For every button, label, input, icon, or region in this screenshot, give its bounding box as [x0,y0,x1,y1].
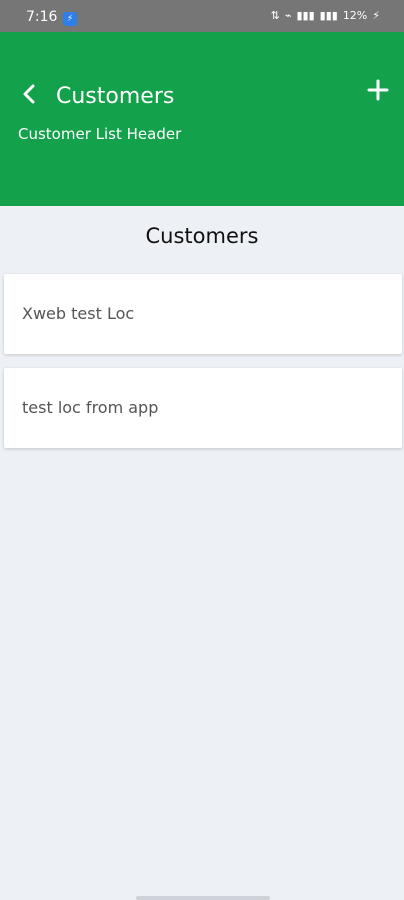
section-title: Customers [145,224,259,248]
customer-name: Xweb test Loc [22,304,135,323]
customer-list-item[interactable]: test loc from app [4,368,402,448]
battery-percentage: 12% [342,9,368,22]
status-icons: ⇅ ⌁ ▮▮▮ ▮▮▮ 12% ⚡ [271,9,380,22]
signal-icon: ▮▮▮ [296,9,315,22]
home-indicator[interactable] [136,896,270,900]
page-subtitle: Customer List Header [18,125,182,143]
status-time: 7:16 [26,9,58,25]
customer-name: test loc from app [22,398,159,417]
app-header: Customers Customer List Header [0,32,404,206]
charging-icon: ⚡ [372,9,380,22]
network-rate-icon: ⇅ [270,9,280,22]
customer-list-item[interactable]: Xweb test Loc [4,274,402,354]
add-icon[interactable] [366,78,390,102]
status-bar: 7:16 ⚡ ⇅ ⌁ ▮▮▮ ▮▮▮ 12% ⚡ [0,0,404,32]
wifi-icon: ⌁ [284,9,292,22]
notification-icon: ⚡ [63,12,77,26]
page-title: Customers [56,84,175,109]
back-arrow-icon[interactable] [18,82,42,106]
signal-icon-2: ▮▮▮ [319,9,338,22]
